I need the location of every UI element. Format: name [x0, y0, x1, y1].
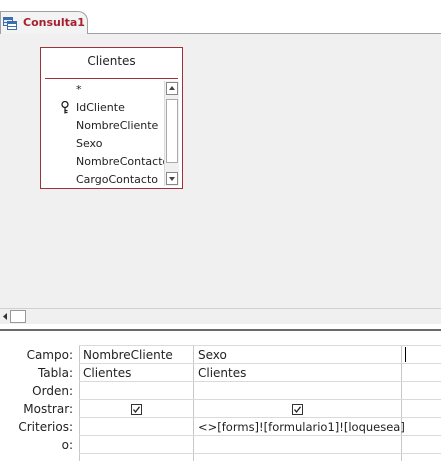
row-label-criterios: Criterios: — [18, 420, 73, 434]
checkmark-icon — [293, 406, 302, 414]
scroll-up-button[interactable] — [166, 82, 178, 95]
document-tab-strip: Consulta1 — [0, 0, 441, 34]
field-list: * IdCliente NombreCliente Sexo NombreCon… — [45, 81, 179, 186]
grid-row-divider — [79, 363, 441, 364]
table-field-list-clientes[interactable]: Clientes * IdCliente NombreCliente Sexo — [40, 47, 183, 189]
field-item-label: NombreCliente — [76, 119, 159, 132]
tab-label: Consulta1 — [23, 16, 85, 29]
query-design-icon — [3, 17, 17, 30]
grid-row-divider — [79, 345, 441, 346]
row-label-o: o: — [61, 438, 73, 452]
field-item-nombrecliente[interactable]: NombreCliente — [45, 117, 165, 134]
scroll-thumb[interactable] — [166, 99, 178, 163]
grid-row-divider — [79, 435, 441, 436]
grid-row-divider — [79, 381, 441, 382]
field-item-label: Sexo — [76, 137, 103, 150]
primary-key-icon — [61, 101, 69, 114]
grid-row-divider — [79, 453, 441, 454]
checkmark-icon — [132, 406, 141, 414]
scroll-down-button[interactable] — [166, 172, 178, 185]
grid-cell-campo-1[interactable]: NombreCliente — [83, 348, 173, 362]
table-box-title[interactable]: Clientes — [41, 54, 182, 68]
field-item-idcliente[interactable]: IdCliente — [45, 99, 165, 116]
query-design-area[interactable]: Clientes * IdCliente NombreCliente Sexo — [0, 34, 441, 308]
query-design-grid: Campo: Tabla: Orden: Mostrar: Criterios:… — [0, 331, 441, 461]
show-checkbox-2[interactable] — [292, 404, 303, 415]
design-area-hscrollbar[interactable] — [0, 308, 441, 324]
field-item-nombrecontacto[interactable]: NombreContacto — [45, 153, 169, 170]
row-label-campo: Campo: — [26, 348, 73, 362]
grid-cell-tabla-2[interactable]: Clientes — [198, 366, 246, 380]
arrow-down-icon — [169, 177, 175, 181]
field-item-all[interactable]: * — [45, 81, 165, 98]
field-item-label: NombreContacto — [76, 155, 170, 168]
scroll-left-icon[interactable] — [1, 312, 9, 321]
row-label-mostrar: Mostrar: — [23, 402, 73, 416]
field-item-label: IdCliente — [76, 101, 125, 114]
table-box-divider — [45, 78, 178, 79]
pane-splitter[interactable] — [0, 324, 441, 331]
row-label-tabla: Tabla: — [37, 366, 73, 380]
field-item-cargocontacto[interactable]: CargoContacto — [45, 171, 165, 186]
row-label-orden: Orden: — [32, 384, 73, 398]
show-checkbox-1[interactable] — [131, 404, 142, 415]
field-list-scrollbar[interactable] — [164, 81, 179, 186]
field-item-label: * — [76, 83, 82, 96]
grid-row-divider — [79, 399, 441, 400]
grid-cell-criterios-2[interactable]: <>[forms]![formulario1]![loquesea] — [198, 420, 405, 434]
arrow-up-icon — [169, 86, 175, 90]
field-item-label: CargoContacto — [76, 173, 158, 186]
tab-consulta1[interactable]: Consulta1 — [0, 11, 88, 34]
grid-row-divider — [79, 417, 441, 418]
field-item-sexo[interactable]: Sexo — [45, 135, 165, 152]
text-caret — [405, 347, 406, 362]
grid-cell-campo-2[interactable]: Sexo — [198, 348, 227, 362]
grid-cell-tabla-1[interactable]: Clientes — [83, 366, 131, 380]
hscroll-thumb[interactable] — [10, 310, 26, 323]
